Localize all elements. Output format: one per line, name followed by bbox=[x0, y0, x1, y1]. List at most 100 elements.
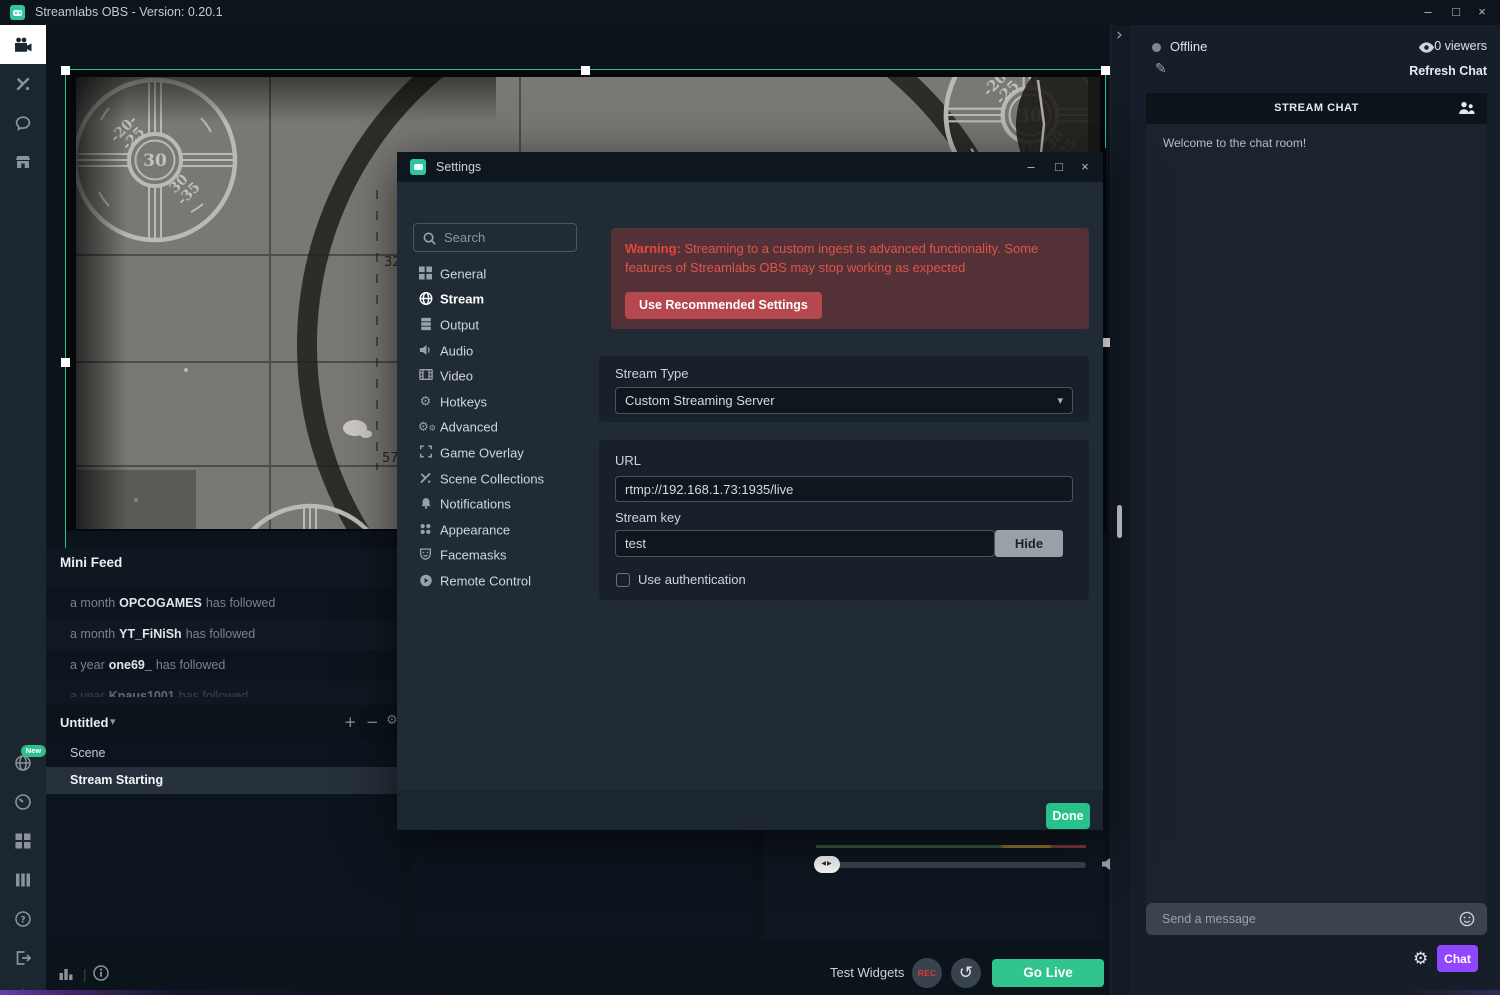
settings-tab-appearance[interactable]: Appearance bbox=[397, 517, 597, 543]
chat-input-box[interactable] bbox=[1146, 903, 1487, 935]
sidebar-item-help[interactable]: ? bbox=[0, 904, 46, 934]
mini-feed-item[interactable]: a year one69_ has followed bbox=[46, 650, 400, 681]
stream-url-card: URL Stream key Hide Use authentication bbox=[599, 440, 1089, 600]
remove-scene-button[interactable]: − bbox=[366, 713, 379, 731]
help-icon: ? bbox=[15, 911, 31, 927]
scene-settings-gear-icon[interactable]: ⚙ bbox=[386, 713, 398, 728]
sidebar-item-grid[interactable] bbox=[0, 826, 46, 856]
sidebar-item-settings[interactable]: ⚙ bbox=[0, 982, 46, 995]
settings-tab-output[interactable]: Output bbox=[397, 312, 597, 338]
use-recommended-settings-button[interactable]: Use Recommended Settings bbox=[625, 292, 822, 319]
window-minimize-button[interactable]: – bbox=[1414, 0, 1442, 25]
stream-status: Offline bbox=[1170, 39, 1208, 54]
sidebar-item-themes[interactable] bbox=[0, 64, 46, 103]
add-scene-button[interactable]: + bbox=[344, 713, 357, 731]
settings-tab-audio[interactable]: Audio bbox=[397, 338, 597, 364]
columns-icon bbox=[16, 873, 30, 887]
stream-type-card: Stream Type Custom Streaming Server ▾ bbox=[599, 356, 1089, 422]
settings-minimize-button[interactable]: – bbox=[1017, 152, 1045, 182]
settings-search-input[interactable] bbox=[444, 225, 572, 250]
tools-icon bbox=[418, 471, 433, 486]
info-icon[interactable] bbox=[93, 965, 109, 981]
warning-banner: Warning: Streaming to a custom ingest is… bbox=[611, 228, 1089, 329]
settings-dialog: Settings – □ × General Stream Output Aud… bbox=[397, 152, 1103, 830]
settings-maximize-button[interactable]: □ bbox=[1045, 152, 1073, 182]
viewer-list-icon[interactable] bbox=[1458, 100, 1475, 116]
replay-buffer-button[interactable]: ↺ bbox=[951, 958, 981, 988]
settings-tab-scene-collections[interactable]: Scene Collections bbox=[397, 466, 597, 492]
mini-feed-item[interactable]: a month YT_FiNiSh has followed bbox=[46, 619, 400, 650]
settings-tab-advanced[interactable]: ⚙⚙ Advanced bbox=[397, 415, 597, 441]
sidebar-item-store[interactable] bbox=[0, 142, 46, 181]
search-icon bbox=[423, 232, 436, 245]
stream-chat-header: STREAM CHAT bbox=[1146, 93, 1487, 124]
use-authentication-checkbox[interactable] bbox=[616, 573, 630, 587]
stream-type-select[interactable]: Custom Streaming Server ▾ bbox=[615, 387, 1073, 414]
chevron-right-icon[interactable]: › bbox=[1116, 25, 1123, 45]
stream-chat-panel: Offline 0 viewers ✎ Refresh Chat STREAM … bbox=[1130, 25, 1500, 995]
bell-icon bbox=[418, 497, 433, 512]
grid-icon bbox=[418, 266, 433, 281]
use-authentication-label: Use authentication bbox=[638, 572, 746, 587]
scene-list-item[interactable]: Scene bbox=[46, 740, 400, 767]
svg-text:?: ? bbox=[20, 916, 25, 926]
app-logo-icon bbox=[10, 5, 25, 20]
refresh-chat-button[interactable]: Refresh Chat bbox=[1409, 64, 1487, 78]
settings-tab-remote-control[interactable]: Remote Control bbox=[397, 568, 597, 594]
chat-platform-button[interactable]: Chat bbox=[1437, 945, 1478, 972]
settings-tab-notifications[interactable]: Notifications bbox=[397, 491, 597, 517]
gear-icon: ⚙ bbox=[15, 987, 30, 995]
settings-tab-game-overlay[interactable]: Game Overlay bbox=[397, 440, 597, 466]
status-dot bbox=[1152, 43, 1161, 52]
window-maximize-button[interactable]: □ bbox=[1442, 0, 1470, 25]
chat-settings-gear-icon[interactable]: ⚙ bbox=[1413, 949, 1428, 969]
go-live-button[interactable]: Go Live bbox=[992, 959, 1104, 987]
settings-tab-stream[interactable]: Stream bbox=[397, 287, 597, 313]
mini-feed-item[interactable]: a month OPCOGAMES has followed bbox=[46, 588, 400, 619]
settings-search-box[interactable] bbox=[413, 223, 577, 252]
volume-slider-handle[interactable]: ◀▶ bbox=[814, 856, 840, 873]
emoji-icon[interactable] bbox=[1459, 911, 1475, 927]
done-button[interactable]: Done bbox=[1046, 803, 1090, 829]
sidebar-item-layouts[interactable] bbox=[0, 865, 46, 895]
expand-icon bbox=[418, 445, 433, 460]
play-circle-icon bbox=[418, 573, 433, 588]
scene-collection-name[interactable]: Untitled bbox=[60, 715, 108, 730]
settings-tab-facemasks[interactable]: Facemasks bbox=[397, 543, 597, 569]
dock-divider: › bbox=[1110, 25, 1130, 995]
stream-type-label: Stream Type bbox=[615, 366, 689, 381]
chevron-down-icon[interactable]: ▾ bbox=[110, 715, 116, 728]
hide-key-button[interactable]: Hide bbox=[995, 530, 1063, 557]
mini-feed-item[interactable]: a year Knaus1001 has followed bbox=[46, 681, 400, 697]
gears-icon: ⚙⚙ bbox=[418, 419, 436, 434]
app-titlebar: Streamlabs OBS - Version: 0.20.1 – □ × bbox=[0, 0, 1500, 25]
sidebar-item-dashboard[interactable] bbox=[0, 787, 46, 817]
film-icon bbox=[418, 369, 433, 384]
settings-tab-hotkeys[interactable]: ⚙ Hotkeys bbox=[397, 389, 597, 415]
record-button[interactable]: REC bbox=[912, 958, 942, 988]
sidebar-item-editor[interactable] bbox=[0, 25, 46, 64]
url-label: URL bbox=[615, 453, 642, 468]
volume-meter bbox=[816, 845, 1086, 848]
settings-tab-general[interactable]: General bbox=[397, 261, 597, 287]
sidebar-item-logout[interactable] bbox=[0, 943, 46, 973]
scene-list: Scene Stream Starting bbox=[46, 740, 400, 940]
sidebar-item-chatbot[interactable] bbox=[0, 103, 46, 142]
mini-feed-title: Mini Feed bbox=[60, 555, 123, 570]
window-close-button[interactable]: × bbox=[1468, 0, 1496, 25]
left-sidebar: New ? ⚙ bbox=[0, 25, 46, 995]
stats-chart-icon[interactable] bbox=[58, 965, 74, 981]
stream-key-label: Stream key bbox=[615, 510, 681, 525]
stream-key-input[interactable] bbox=[615, 530, 995, 557]
scene-list-item-active[interactable]: Stream Starting bbox=[46, 767, 400, 794]
scrollbar-thumb[interactable] bbox=[1117, 505, 1122, 538]
settings-close-button[interactable]: × bbox=[1071, 152, 1099, 182]
test-widgets-label[interactable]: Test Widgets bbox=[830, 965, 904, 980]
url-input[interactable] bbox=[615, 476, 1073, 502]
chat-message-input[interactable] bbox=[1162, 904, 1442, 933]
volume-slider-track[interactable] bbox=[836, 862, 1086, 868]
eye-icon bbox=[1419, 42, 1434, 53]
viewer-count: 0 viewers bbox=[1434, 39, 1487, 53]
edit-pencil-icon[interactable]: ✎ bbox=[1155, 61, 1167, 77]
settings-tab-video[interactable]: Video bbox=[397, 363, 597, 389]
